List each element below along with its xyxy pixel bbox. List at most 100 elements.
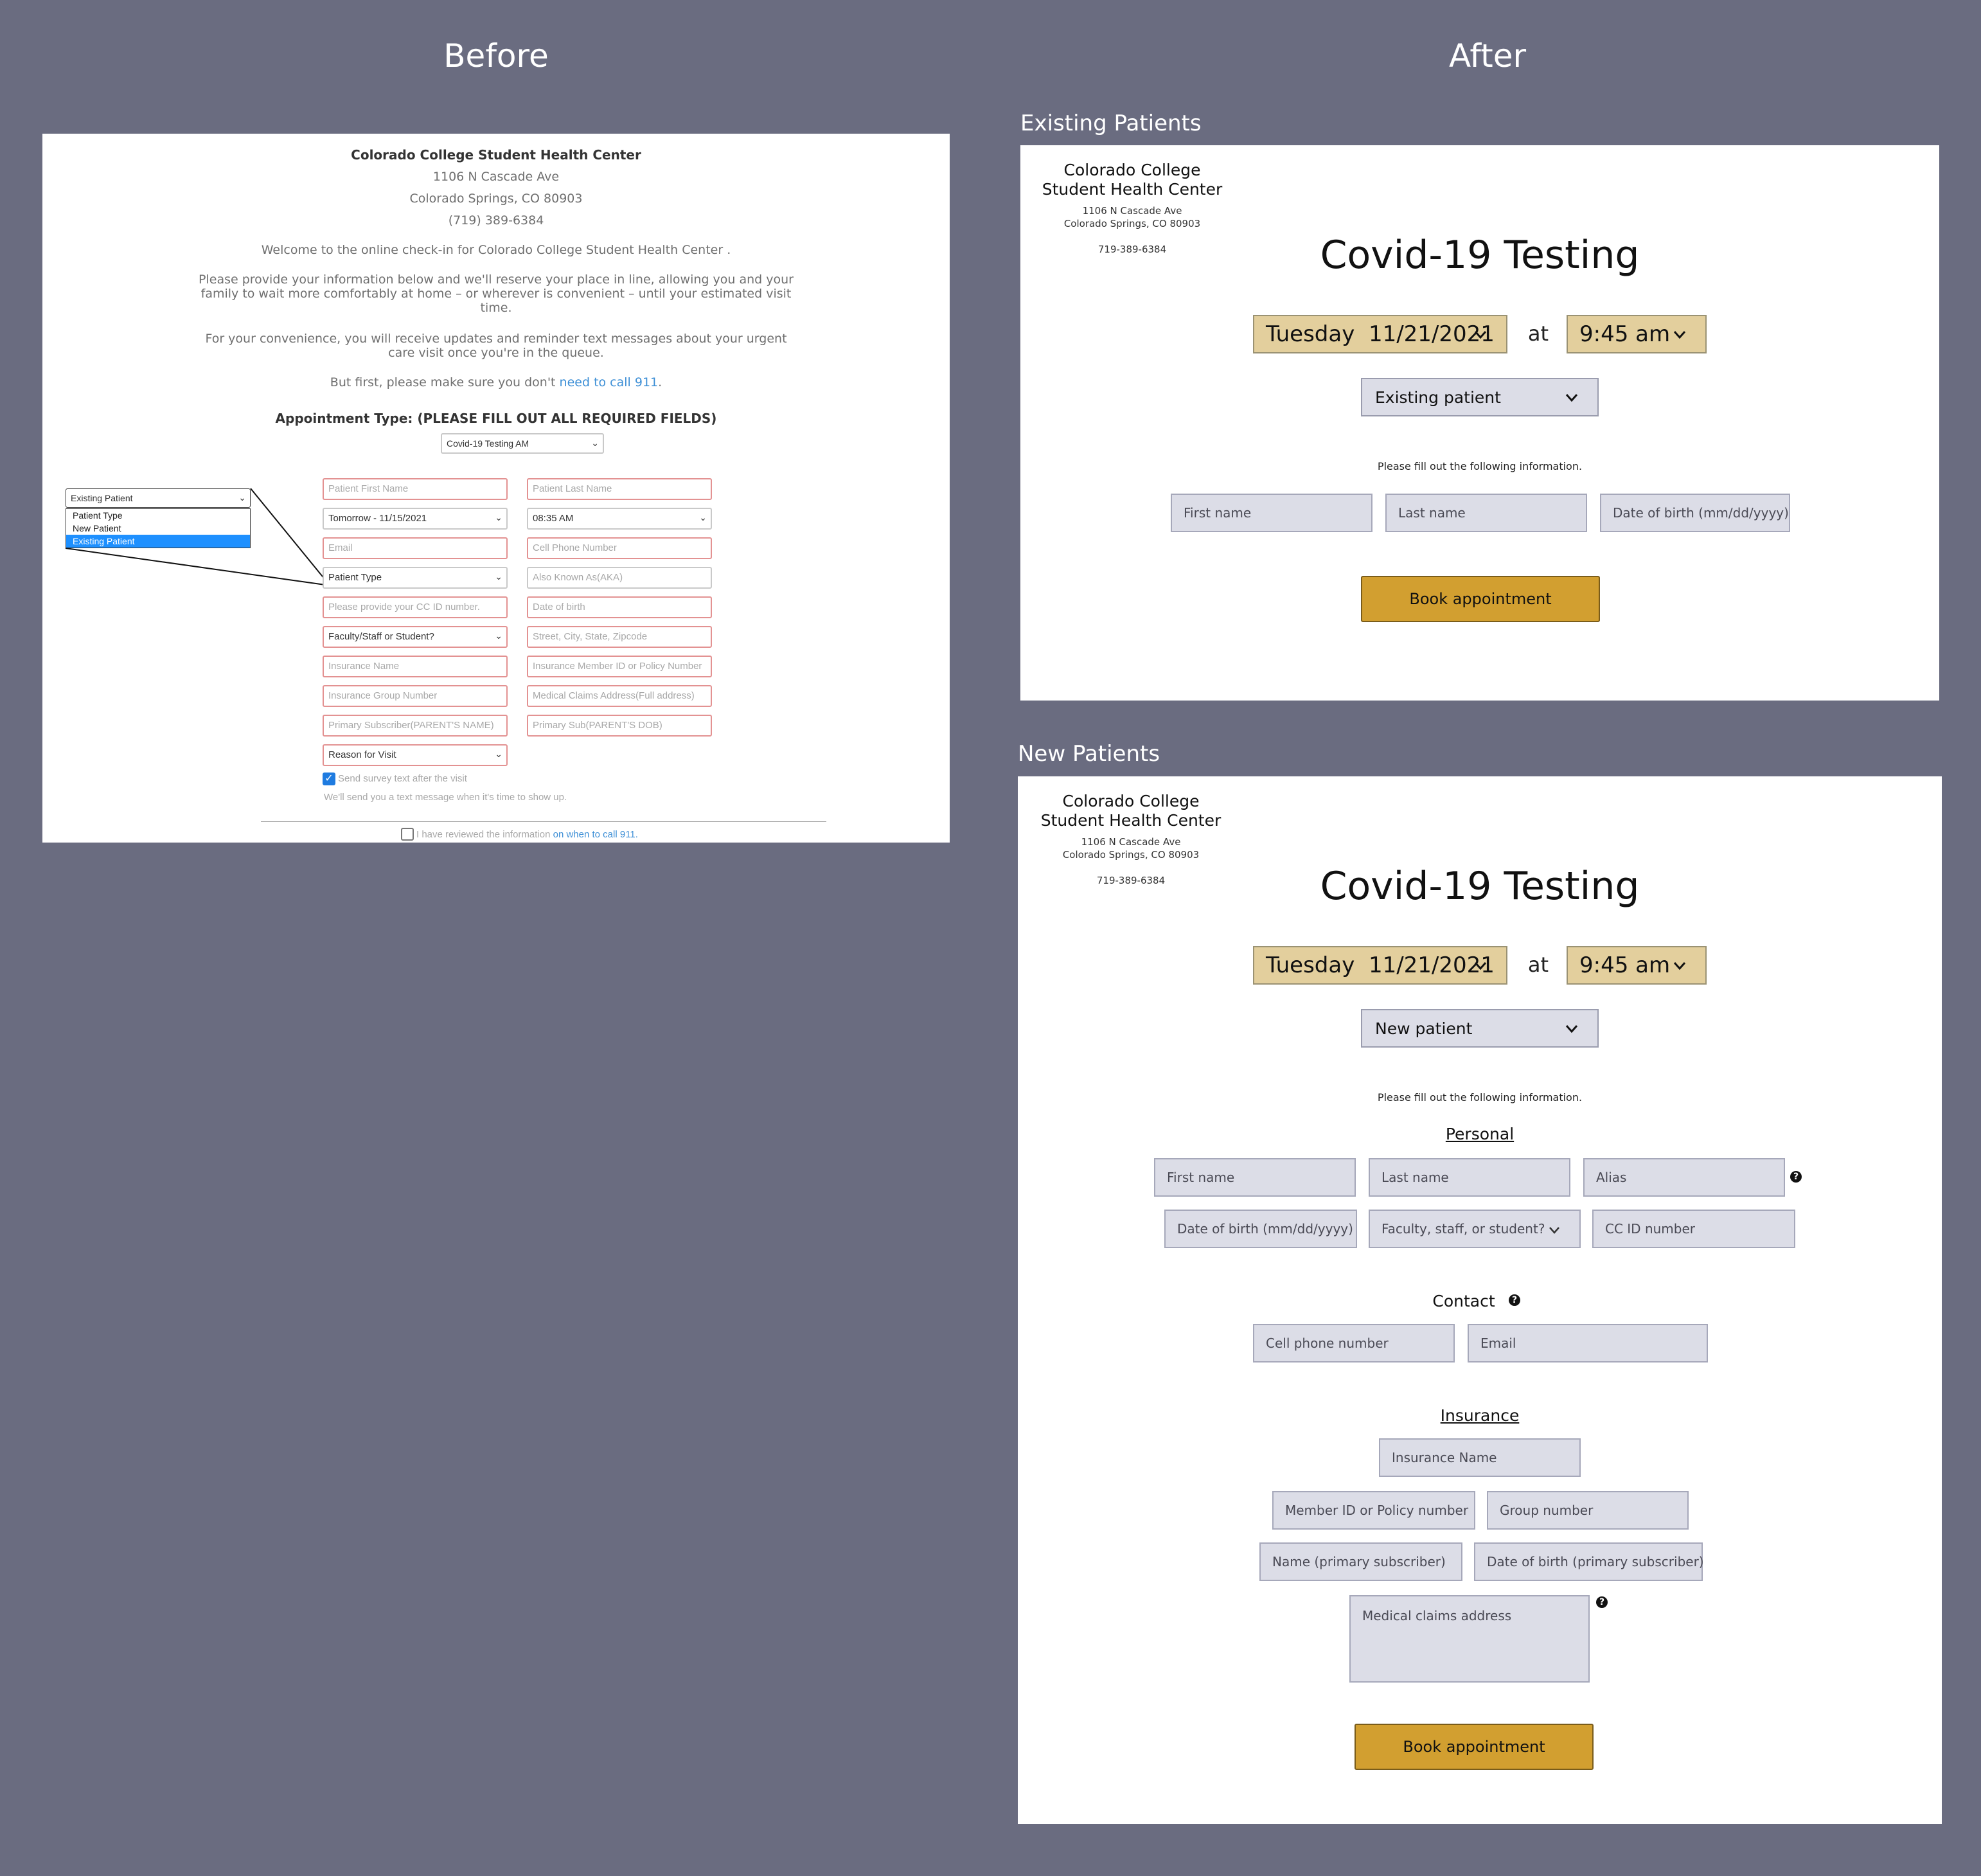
cell-phone-field[interactable]: Cell Phone Number [527,537,712,559]
insurance-name-field[interactable]: Insurance Name [1379,1438,1581,1477]
existing-patients-label: Existing Patients [1020,111,1202,136]
at-label: at [1527,952,1549,977]
reason-value: Reason for Visit [328,749,396,760]
date-value: Tuesday 11/21/2021 [1266,321,1495,347]
alias-placeholder: Alias [1596,1170,1627,1185]
first-name-placeholder: Patient First Name [328,483,409,494]
insurance-name-placeholder: Insurance Name [328,661,400,672]
claims-address-placeholder: Medical Claims Address(Full address) [533,690,695,701]
member-id-field[interactable]: Member ID or Policy number [1272,1491,1475,1530]
claims-address-field[interactable]: Medical Claims Address(Full address) [527,685,712,707]
cc-id-placeholder: Please provide your CC ID number. [328,602,480,612]
dob-field[interactable]: Date of birth (mm/dd/yyyy) [1164,1210,1357,1248]
page-title: Covid-19 Testing [1320,233,1640,278]
alias-help-icon[interactable]: ? [1790,1171,1802,1183]
claims-address-placeholder: Medical claims address [1362,1608,1512,1623]
date-select[interactable]: Tuesday 11/21/2021 [1253,315,1507,353]
address-placeholder: Street, City, State, Zipcode [533,631,648,642]
time-value: 9:45 am [1579,952,1671,978]
book-appointment-button[interactable]: Book appointment [1355,1724,1594,1770]
time-select[interactable]: 9:45 am [1567,946,1707,985]
instructions: Please fill out the following informatio… [1377,460,1583,472]
email-placeholder: Email [1480,1336,1516,1351]
chevron-down-icon: ⌄ [495,571,502,582]
group-number-field[interactable]: Group number [1487,1491,1689,1530]
member-id-placeholder: Member ID or Policy number [1285,1503,1469,1518]
claims-address-field[interactable]: Medical claims address [1349,1595,1590,1683]
first-name-field[interactable]: First name [1154,1158,1356,1197]
new-patients-panel: Colorado College Student Health Center 1… [1018,776,1942,1824]
group-number-placeholder: Insurance Group Number [328,690,438,701]
chevron-down-icon: ⌄ [699,512,707,523]
insurance-name-placeholder: Insurance Name [1392,1450,1497,1465]
patient-type-select[interactable]: New patient [1361,1009,1599,1048]
primary-name-field[interactable]: Name (primary subscriber) [1259,1542,1462,1581]
dob-placeholder: Date of birth (mm/dd/yyyy) [1613,505,1789,521]
dob-field[interactable]: Date of birth [527,596,712,618]
existing-patients-panel: Colorado College Student Health Center 1… [1020,145,1939,701]
faculty-value: Faculty, staff, or student? [1381,1221,1545,1237]
cell-phone-placeholder: Cell phone number [1266,1336,1389,1351]
faculty-select[interactable]: Faculty, staff, or student? [1369,1210,1581,1248]
reviewed-checkbox[interactable] [401,828,414,841]
group-number-field[interactable]: Insurance Group Number [323,685,508,707]
date-select[interactable]: Tomorrow - 11/15/2021 ⌄ [323,508,508,530]
org-name-line1: Colorado College [1062,792,1200,810]
chevron-down-icon: ⌄ [495,630,502,641]
contact-help-icon[interactable]: ? [1509,1294,1520,1306]
address: 1106 N Cascade Ave Colorado Springs, CO … [1020,204,1244,230]
cc-id-placeholder: CC ID number [1605,1221,1695,1237]
email-placeholder: Email [328,542,353,553]
insurance-heading: Insurance [1440,1406,1520,1425]
cc-id-field[interactable]: CC ID number [1592,1210,1795,1248]
address-line2: Colorado Springs, CO 80903 [1063,218,1201,229]
first-name-field[interactable]: First name [1171,494,1372,532]
dob-field[interactable]: Date of birth (mm/dd/yyyy) [1600,494,1790,532]
patient-first-name-field[interactable]: Patient First Name [323,478,508,500]
book-appointment-button[interactable]: Book appointment [1361,576,1600,622]
when-to-call-911-link[interactable]: on when to call 911. [553,829,638,840]
primary-subscriber-placeholder: Primary Subscriber(PARENT'S NAME) [328,720,494,731]
cell-phone-field[interactable]: Cell phone number [1253,1324,1455,1362]
email-field[interactable]: Email [323,537,508,559]
time-select[interactable]: 08:35 AM ⌄ [527,508,712,530]
address-line1: 1106 N Cascade Ave [1081,836,1181,848]
last-name-field[interactable]: Last name [1369,1158,1570,1197]
chevron-down-icon [1549,1227,1559,1234]
date-value: Tuesday 11/21/2021 [1266,952,1495,978]
chevron-down-icon: ⌄ [495,749,502,759]
primary-dob-field[interactable]: Date of birth (primary subscriber) [1474,1542,1704,1581]
cell-phone-placeholder: Cell Phone Number [533,542,617,553]
primary-subscriber-field[interactable]: Primary Subscriber(PARENT'S NAME) [323,715,508,737]
aka-field[interactable]: Also Known As(AKA) [527,567,712,589]
time-value: 9:45 am [1579,321,1671,347]
patient-last-name-field[interactable]: Patient Last Name [527,478,712,500]
org-name: Colorado College Student Health Center [1020,161,1244,199]
primary-sub-dob-field[interactable]: Primary Sub(PARENT'S DOB) [527,715,712,737]
patient-type-value: Existing patient [1375,388,1501,407]
instructions: Please fill out the following informatio… [1377,1091,1583,1103]
claims-help-icon[interactable]: ? [1596,1596,1608,1608]
patient-type-value: New patient [1375,1019,1473,1038]
time-select[interactable]: 9:45 am [1567,315,1707,353]
group-number-placeholder: Group number [1500,1503,1594,1518]
contact-heading: Contact [1432,1292,1495,1310]
address-field[interactable]: Street, City, State, Zipcode [527,626,712,648]
page-title: Covid-19 Testing [1320,864,1640,909]
survey-checkbox[interactable]: ✓ [323,773,335,785]
reason-select[interactable]: Reason for Visit ⌄ [323,744,508,766]
reviewed-text: I have reviewed the information on when … [416,829,638,840]
date-select[interactable]: Tuesday 11/21/2021 [1253,946,1507,985]
chevron-down-icon [1474,962,1487,970]
before-panel: Colorado College Student Health Center 1… [42,134,950,843]
patient-type-select[interactable]: Patient Type ⌄ [323,567,508,589]
member-id-field[interactable]: Insurance Member ID or Policy Number [527,656,712,677]
faculty-select[interactable]: Faculty/Staff or Student? ⌄ [323,626,508,648]
alias-field[interactable]: Alias [1583,1158,1785,1197]
cc-id-field[interactable]: Please provide your CC ID number. [323,596,508,618]
insurance-name-field[interactable]: Insurance Name [323,656,508,677]
patient-type-select[interactable]: Existing patient [1361,378,1599,416]
address: 1106 N Cascade Ave Colorado Springs, CO … [1018,835,1244,861]
email-field[interactable]: Email [1468,1324,1708,1362]
last-name-field[interactable]: Last name [1385,494,1587,532]
